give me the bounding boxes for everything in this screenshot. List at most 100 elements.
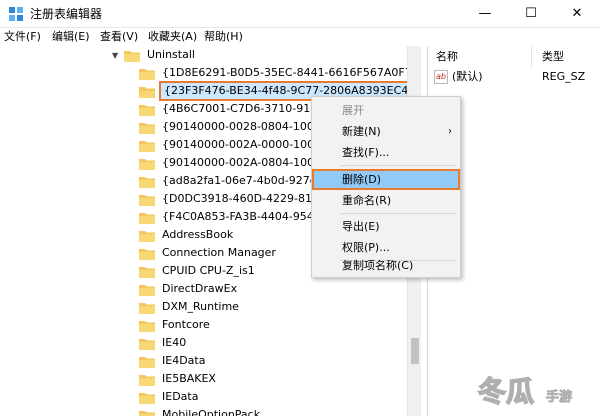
- tree-node-label: Uninstall: [147, 48, 195, 61]
- menu-item-label: 查找(F)...: [342, 146, 390, 159]
- tree-node[interactable]: MobileOptionPack: [139, 406, 261, 416]
- menu-separator: [340, 213, 456, 214]
- tree-node-label: IE40: [162, 336, 187, 349]
- close-button[interactable]: ✕: [554, 0, 600, 28]
- folder-icon: [139, 122, 155, 134]
- tree-node[interactable]: DXM_Runtime: [139, 298, 240, 316]
- tree-node-label: MobileOptionPack: [162, 408, 261, 416]
- menu-item-label: 新建(N): [342, 125, 381, 138]
- tree-node-label: {1D8E6291-B0D5-35EC-8441-6616F567A0F7}: [162, 66, 407, 79]
- tree-node-label: DirectDrawEx: [162, 282, 238, 295]
- title-bar: 注册表编辑器 — ☐ ✕: [0, 0, 600, 28]
- tree-node-label: {4B6C7001-C7D6-3710-913E-5: [162, 102, 336, 115]
- tree-node[interactable]: {90140000-002A-0804-1000-0: [139, 154, 333, 172]
- string-value-icon: ab: [434, 70, 448, 84]
- menu-item-label: 导出(E): [342, 220, 380, 233]
- tree-node[interactable]: IE40: [139, 334, 187, 352]
- tree-node[interactable]: {4B6C7001-C7D6-3710-913E-5: [139, 100, 336, 118]
- folder-open-icon: [139, 86, 155, 98]
- tree-node[interactable]: DirectDrawEx: [139, 280, 238, 298]
- folder-icon: [139, 266, 155, 278]
- tree-node[interactable]: IEData: [139, 388, 199, 406]
- tree-node-label: Fontcore: [162, 318, 210, 331]
- tree-node[interactable]: AddressBook: [139, 226, 234, 244]
- tree-node[interactable]: IE4Data: [139, 352, 206, 370]
- menu-item-rename[interactable]: 重命名(R): [312, 190, 460, 211]
- folder-icon: [139, 140, 155, 152]
- tree-node-label: IEData: [162, 390, 199, 403]
- menu-edit[interactable]: 编辑(E): [52, 29, 90, 45]
- menu-item-label: 删除(D): [342, 173, 382, 186]
- tree-node[interactable]: {1D8E6291-B0D5-35EC-8441-6616F567A0F7}: [139, 64, 407, 82]
- watermark-logo: 冬瓜 手游: [477, 374, 590, 410]
- column-header-name[interactable]: 名称: [436, 46, 458, 68]
- menu-item-new[interactable]: 新建(N) ›: [312, 121, 460, 142]
- tree-node[interactable]: {90140000-002A-0000-1000-0: [139, 136, 333, 154]
- value-name: (默认): [452, 70, 483, 83]
- column-divider[interactable]: [531, 46, 532, 68]
- menu-view[interactable]: 查看(V): [100, 29, 138, 45]
- value-row[interactable]: ab (默认) REG_SZ: [428, 68, 600, 86]
- menu-help[interactable]: 帮助(H): [204, 29, 243, 45]
- tree-node[interactable]: Fontcore: [139, 316, 211, 334]
- context-menu: 展开 新建(N) › 查找(F)... 删除(D) 重命名(R) 导出(E) 权限…: [311, 96, 461, 278]
- tree-node-label: {ad8a2fa1-06e7-4b0d-927d-6: [162, 174, 328, 187]
- menu-item-label: 重命名(R): [342, 194, 392, 207]
- menu-item-label: 展开: [342, 104, 364, 117]
- menu-item-delete[interactable]: 删除(D): [312, 169, 460, 190]
- folder-icon: [139, 284, 155, 296]
- folder-icon: [139, 302, 155, 314]
- registry-editor-icon: [9, 7, 23, 21]
- tree-node[interactable]: {F4C0A853-FA3B-4404-954B-7: [139, 208, 333, 226]
- watermark-main: 冬瓜: [477, 374, 535, 409]
- folder-icon: [139, 230, 155, 242]
- menu-file[interactable]: 文件(F): [4, 29, 41, 45]
- folder-icon: [139, 212, 155, 224]
- tree-node-label: Connection Manager: [162, 246, 276, 259]
- folder-icon: [139, 68, 155, 80]
- value-type: REG_SZ: [542, 70, 586, 83]
- folder-icon: [139, 320, 155, 332]
- tree-node[interactable]: {ad8a2fa1-06e7-4b0d-927d-6: [139, 172, 329, 190]
- folder-icon: [139, 392, 155, 404]
- folder-icon: [139, 176, 155, 188]
- menu-item-label: 复制项名称(C): [342, 259, 414, 272]
- folder-icon: [139, 248, 155, 260]
- tree-node[interactable]: IE5BAKEX: [139, 370, 217, 388]
- folder-icon: [139, 194, 155, 206]
- tree-node-label: CPUID CPU-Z_is1: [162, 264, 255, 277]
- minimize-button[interactable]: —: [462, 0, 508, 28]
- tree-node-label: IE5BAKEX: [162, 372, 216, 385]
- menu-item-label: 权限(P)...: [342, 241, 390, 254]
- menu-item-find[interactable]: 查找(F)...: [312, 142, 460, 163]
- window-title: 注册表编辑器: [30, 7, 103, 21]
- submenu-arrow-icon: ›: [448, 126, 452, 137]
- menu-item-export[interactable]: 导出(E): [312, 216, 460, 237]
- folder-icon: [139, 104, 155, 116]
- tree-node-uninstall[interactable]: Uninstall: [124, 46, 196, 64]
- watermark-sub: 手游: [546, 390, 573, 406]
- folder-icon: [139, 158, 155, 170]
- menu-favorites[interactable]: 收藏夹(A): [148, 29, 197, 45]
- folder-icon: [139, 410, 155, 416]
- folder-icon: [124, 50, 140, 62]
- tree-node-label: {90140000-002A-0000-1000-0: [162, 138, 333, 151]
- column-header-type[interactable]: 类型: [542, 46, 564, 68]
- menu-bar: 文件(F) 编辑(E) 查看(V) 收藏夹(A) 帮助(H): [0, 28, 600, 46]
- tree-node[interactable]: Connection Manager: [139, 244, 277, 262]
- tree-node-label: {90140000-0028-0804-1000-0: [162, 120, 332, 133]
- tree-node-label: {D0DC3918-460D-4229-811E-: [162, 192, 330, 205]
- tree-node[interactable]: CPUID CPU-Z_is1: [139, 262, 256, 280]
- tree-node[interactable]: {D0DC3918-460D-4229-811E-: [139, 190, 331, 208]
- maximize-button[interactable]: ☐: [508, 0, 554, 28]
- menu-item-copy-key-name[interactable]: 复制项名称(C): [312, 255, 460, 276]
- tree-node-label: {F4C0A853-FA3B-4404-954B-7: [162, 210, 333, 223]
- tree-node-label: {90140000-002A-0804-1000-0: [162, 156, 333, 169]
- tree-node[interactable]: {90140000-0028-0804-1000-0: [139, 118, 333, 136]
- menu-item-expand[interactable]: 展开: [312, 100, 460, 121]
- scrollbar-thumb[interactable]: [411, 338, 419, 364]
- folder-icon: [139, 356, 155, 368]
- tree-node-label: DXM_Runtime: [162, 300, 239, 313]
- tree-node-label: IE4Data: [162, 354, 206, 367]
- collapse-chevron-icon[interactable]: ▼: [112, 51, 118, 60]
